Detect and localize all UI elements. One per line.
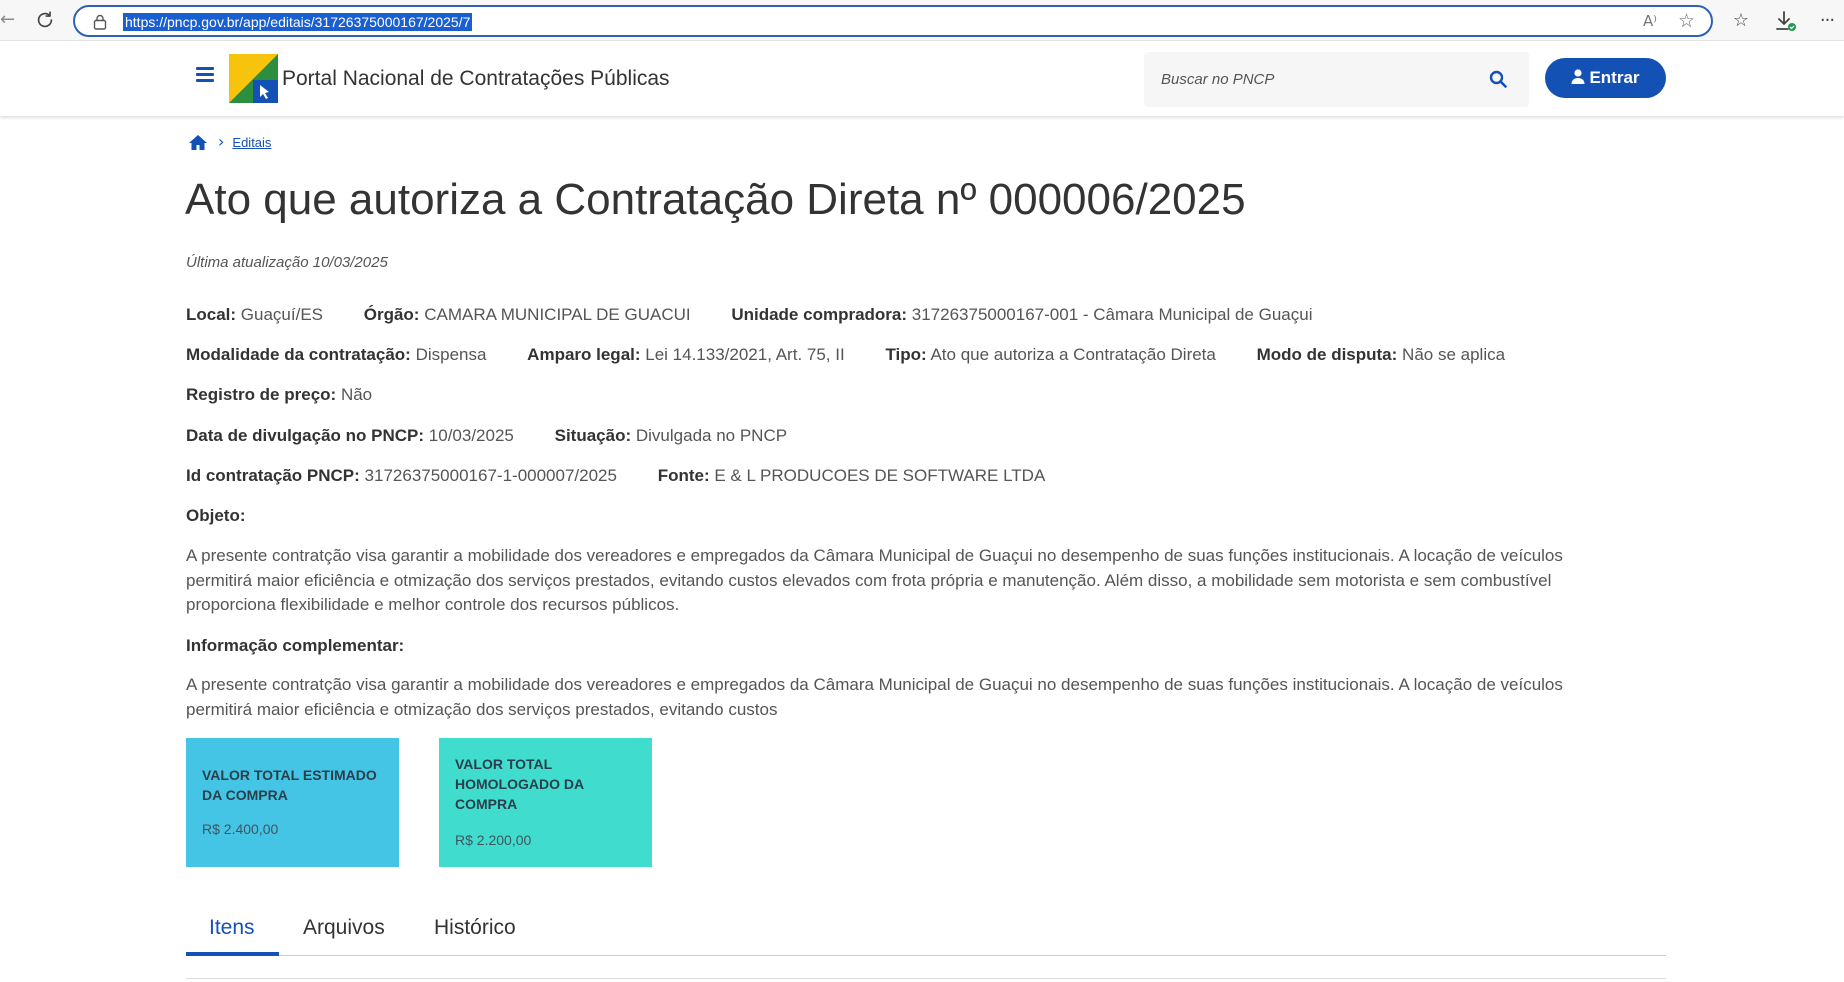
detail-data-divulgacao: Data de divulgação no PNCP: 10/03/2025 — [186, 426, 514, 445]
search-input[interactable]: Buscar no PNCP — [1144, 52, 1529, 107]
more-options-icon[interactable]: ··· — [1815, 9, 1839, 33]
tab-arquivos[interactable]: Arquivos — [303, 914, 385, 942]
tab-historico[interactable]: Histórico — [434, 914, 516, 942]
detail-amparo: Amparo legal: Lei 14.133/2021, Art. 75, … — [527, 345, 845, 364]
info-row: Registro de preço: Não — [186, 383, 408, 407]
back-arrow-icon[interactable]: ← — [0, 10, 15, 30]
login-button[interactable]: Entrar — [1545, 58, 1666, 98]
card-title: VALOR TOTAL HOMOLOGADO DA COMPRA — [455, 756, 584, 812]
card-valor-homologado: VALOR TOTAL HOMOLOGADO DA COMPRA R$ 2.20… — [439, 738, 652, 867]
site-header: Portal Nacional de Contratações Públicas… — [0, 41, 1844, 116]
card-value: R$ 2.200,00 — [455, 832, 532, 848]
detail-modo-disputa: Modo de disputa: Não se aplica — [1256, 345, 1506, 364]
address-bar[interactable]: https://pncp.gov.br/app/editais/31726375… — [73, 5, 1713, 37]
reload-icon[interactable] — [34, 9, 56, 31]
divider — [186, 978, 1666, 979]
detail-fonte: Fonte: E & L PRODUCOES DE SOFTWARE LTDA — [657, 466, 1046, 485]
card-title: VALOR TOTAL ESTIMADO DA COMPRA — [202, 767, 377, 803]
pncp-logo-icon[interactable] — [229, 54, 278, 103]
chevron-right-icon: › — [218, 132, 225, 151]
browser-toolbar: ← https://pncp.gov.br/app/editais/317263… — [0, 0, 1844, 41]
card-value: R$ 2.400,00 — [202, 821, 279, 837]
tab-itens[interactable]: Itens — [209, 914, 255, 942]
detail-orgao: Órgão: CAMARA MUNICIPAL DE GUACUI — [363, 305, 691, 324]
user-icon — [1571, 69, 1585, 84]
informacao-text: A presente contratção visa garantir a mo… — [186, 675, 1563, 719]
active-tab-indicator — [186, 952, 279, 956]
portal-title[interactable]: Portal Nacional de Contratações Públicas — [282, 65, 670, 93]
info-row: Id contratação PNCP: 31726375000167-1-00… — [186, 464, 1081, 488]
detail-situacao: Situação: Divulgada no PNCP — [554, 426, 788, 445]
info-row: Modalidade da contratação: Dispensa Ampa… — [186, 343, 1541, 367]
tab-bar: Itens Arquivos Histórico — [186, 908, 1666, 956]
detail-local: Local: Guaçuí/ES — [186, 305, 324, 324]
menu-icon[interactable] — [196, 67, 214, 83]
objeto-label: Objeto: — [186, 506, 246, 525]
detail-unidade: Unidade compradora: 31726375000167-001 -… — [731, 305, 1313, 324]
favorites-list-icon[interactable]: ☆ — [1729, 9, 1753, 33]
card-valor-estimado: VALOR TOTAL ESTIMADO DA COMPRA R$ 2.400,… — [186, 738, 399, 867]
search-placeholder: Buscar no PNCP — [1161, 71, 1275, 88]
detail-id-contratacao: Id contratação PNCP: 31726375000167-1-00… — [186, 466, 617, 485]
breadcrumb: › Editais — [188, 132, 271, 152]
page-title: Ato que autoriza a Contratação Direta nº… — [185, 175, 1246, 224]
login-label: Entrar — [1589, 68, 1640, 87]
home-icon[interactable] — [188, 134, 208, 151]
search-icon[interactable] — [1489, 70, 1507, 88]
downloads-icon[interactable] — [1773, 9, 1797, 33]
favorite-star-icon[interactable]: ☆ — [1678, 10, 1695, 32]
last-update: Última atualização 10/03/2025 — [186, 254, 388, 271]
info-row: Local: Guaçuí/ES Órgão: CAMARA MUNICIPAL… — [186, 303, 1348, 327]
breadcrumb-link-editais[interactable]: Editais — [232, 135, 271, 150]
detail-modalidade: Modalidade da contratação: Dispensa — [186, 345, 487, 364]
url-text[interactable]: https://pncp.gov.br/app/editais/31726375… — [123, 13, 473, 31]
read-aloud-icon[interactable]: A⁾ — [1643, 12, 1657, 30]
objeto-text: A presente contratção visa garantir a mo… — [186, 546, 1563, 614]
informacao-label: Informação complementar: — [186, 636, 405, 655]
info-row: Data de divulgação no PNCP: 10/03/2025 S… — [186, 424, 823, 448]
lock-icon[interactable] — [93, 14, 107, 30]
detail-registro-preco: Registro de preço: Não — [186, 385, 373, 404]
detail-tipo: Tipo: Ato que autoriza a Contratação Dir… — [885, 345, 1216, 364]
